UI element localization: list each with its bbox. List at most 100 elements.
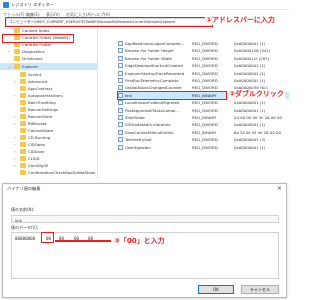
value-row[interactable]: AppReadinessLogonComplet... REG_DWORD 0x… xyxy=(118,40,289,47)
value-data: 24 00 00 00 3c 28 00 00 xyxy=(234,115,282,120)
chevron-right-icon[interactable]: › xyxy=(14,121,16,126)
value-type: REG_BINARY xyxy=(192,115,217,120)
value-type: REG_DWORD xyxy=(192,78,218,83)
tree-item-bamthrottling[interactable]: BamThrottling xyxy=(0,99,97,106)
title-bar: レジストリ エディター xyxy=(0,0,289,10)
value-data: 0x00000001 (1) xyxy=(234,70,266,76)
tree-item-cidsave[interactable]: › CIDSave xyxy=(0,148,97,155)
tree-item-driveicons[interactable]: DriveIcons xyxy=(0,55,97,62)
value-data: 0x0000011f (287) xyxy=(234,55,270,61)
value-name: Browse For Folder Width xyxy=(125,55,173,61)
tree-item-bitbucket[interactable]: › BitBucket xyxy=(0,120,97,127)
annotation-step1: ①アドレスバーに入力 xyxy=(205,15,276,25)
registry-app-icon xyxy=(3,2,9,8)
tree-item-label: BitBucket xyxy=(28,121,47,126)
tree-item-cabinetstate[interactable]: CabinetState xyxy=(0,127,97,134)
tree-item-cd-burning[interactable]: › CD Burning xyxy=(0,134,97,141)
reg-value-icon xyxy=(118,100,123,106)
value-data: 0x00000001 (1) xyxy=(234,107,266,113)
reg-binary-icon xyxy=(118,115,123,120)
explorer-highlight-box xyxy=(2,34,74,43)
folder-icon xyxy=(20,170,26,175)
tree-item-bannersettings[interactable]: BannerSettings xyxy=(0,106,97,113)
tree-item-label: Advanced xyxy=(28,79,48,84)
value-row[interactable]: UserSignedIn REG_DWORD 0x00000001 (1) xyxy=(118,144,289,151)
value-type: REG_DWORD xyxy=(192,144,218,150)
reg-value-icon xyxy=(118,55,123,61)
chevron-right-icon[interactable]: › xyxy=(14,149,16,154)
value-type: REG_DWORD xyxy=(192,41,218,46)
value-type: REG_BINARY xyxy=(192,129,217,135)
dialog-title: バイナリ値の編集 xyxy=(7,186,41,191)
value-name: PostAppInstallTasksCompl... xyxy=(125,107,180,113)
chevron-right-icon[interactable]: › xyxy=(14,135,16,140)
value-type: REG_DWORD xyxy=(192,70,218,76)
window-title: レジストリ エディター xyxy=(11,2,54,7)
key-tree-pane: Content Index Controls Folder (Wow64) › … xyxy=(0,27,98,178)
cancel-button[interactable]: キャンセル xyxy=(241,285,279,294)
tree-item-diagnostics[interactable]: › Diagnostics xyxy=(0,48,97,55)
value-data: 0x00000003 (3) xyxy=(234,137,266,143)
tree-item-accent[interactable]: Accent xyxy=(0,71,97,78)
tree-item-label: CD Burning xyxy=(28,135,51,140)
tree-item-advanced[interactable]: › Advanced xyxy=(0,78,97,85)
tree-item-comdlg32[interactable]: › ComDlg32 xyxy=(0,162,97,169)
value-row[interactable]: FirstRunTelemetryComplete REG_DWORD 0x00… xyxy=(118,77,289,84)
reg-value-icon xyxy=(118,41,123,46)
tree-item-explorer[interactable]: ⌄ Explorer xyxy=(0,63,97,70)
tree-item-content-index[interactable]: Content Index xyxy=(0,27,97,34)
value-type: REG_DWORD xyxy=(192,137,218,143)
reg-value-icon xyxy=(118,70,123,76)
value-row[interactable]: SIDUpdatedOnLibraries REG_DWORD 0x000000… xyxy=(118,121,289,128)
value-row[interactable]: SlowContextMenuEntries REG_BINARY 6a 52 … xyxy=(118,129,289,136)
value-name: AppReadinessLogonComplet... xyxy=(125,41,185,46)
value-row[interactable]: Browse For Folder Width REG_DWORD 0x0000… xyxy=(118,55,289,62)
byte-highlight-box xyxy=(41,232,54,243)
chevron-right-icon[interactable]: › xyxy=(14,142,16,147)
value-name: FirstRunTelemetryComplete xyxy=(125,78,179,83)
value-row[interactable]: ExplorerStartupTraceRecorded REG_DWORD 0… xyxy=(118,70,289,77)
chevron-down-icon[interactable]: ⌄ xyxy=(8,64,11,69)
tree-item-label: BannerSettings xyxy=(28,107,58,112)
value-name: SIDUpdatedOnLibraries xyxy=(125,122,171,128)
value-row[interactable]: ShellState REG_BINARY 24 00 00 00 3c 28 … xyxy=(118,114,289,121)
tree-item-label: Accent xyxy=(28,72,42,77)
folder-icon xyxy=(14,49,20,54)
value-type: REG_DWORD xyxy=(192,48,218,54)
value-row[interactable]: EdgeDesktopShortcutCreated REG_DWORD 0x0… xyxy=(118,62,289,69)
chevron-right-icon[interactable]: › xyxy=(14,79,16,84)
value-row[interactable]: LocalKnownFoldersMigrated REG_DWORD 0x00… xyxy=(118,99,289,106)
ok-button[interactable]: OK xyxy=(198,285,234,294)
data-offset: 00000000 xyxy=(15,236,36,241)
chevron-right-icon[interactable]: › xyxy=(8,49,10,54)
tree-item-label: CabinetState xyxy=(28,128,54,133)
chevron-right-icon[interactable]: › xyxy=(14,93,16,98)
value-name: Browse For Folder Height xyxy=(125,48,174,54)
value-type: REG_DWORD xyxy=(192,63,218,69)
value-type: REG_DWORD xyxy=(192,107,218,113)
folder-icon xyxy=(20,156,26,161)
tree-item-appcontract[interactable]: AppContract xyxy=(0,85,97,92)
tree-item-bannerstore[interactable]: › BannerStore xyxy=(0,113,97,120)
tree-item-label: CIDSave xyxy=(28,149,45,154)
value-row[interactable]: TelemetrySalt REG_DWORD 0x00000003 (3) xyxy=(118,136,289,143)
value-row[interactable]: Browse For Folder Height REG_DWORD 0x000… xyxy=(118,47,289,54)
value-data: 0x00000001 (1) xyxy=(234,100,266,106)
tree-item-autoplayhandlers[interactable]: › AutoplayHandlers xyxy=(0,92,97,99)
address-highlight-box xyxy=(5,17,213,27)
tree-item-clsid[interactable]: › CLSID xyxy=(0,155,97,162)
close-icon[interactable]: × xyxy=(277,185,282,192)
tree-item-confirmation-checkbox[interactable]: ConfirmationCheckBoxDoNotShow xyxy=(0,169,97,176)
edit-binary-dialog: バイナリ値の編集 × 値の名前(N): link 値のデータ(V): 00000… xyxy=(2,183,287,298)
folder-open-icon xyxy=(14,64,20,69)
chevron-right-icon[interactable]: › xyxy=(14,163,16,168)
value-row[interactable]: PostAppInstallTasksCompl... REG_DWORD 0x… xyxy=(118,107,289,114)
chevron-right-icon[interactable]: › xyxy=(14,114,16,119)
value-data: 0x00000001 (1) xyxy=(234,122,266,128)
tree-item-cidopen[interactable]: › CIDOpen xyxy=(0,141,97,148)
value-data: 6a 52 6f 45 4e 26 00 00 xyxy=(234,129,281,135)
chevron-right-icon[interactable]: › xyxy=(14,156,16,161)
folder-icon xyxy=(20,100,26,105)
value-name-label: 値の名前(N): xyxy=(11,207,35,212)
value-name: ExplorerStartupTraceRecorded xyxy=(125,70,185,76)
